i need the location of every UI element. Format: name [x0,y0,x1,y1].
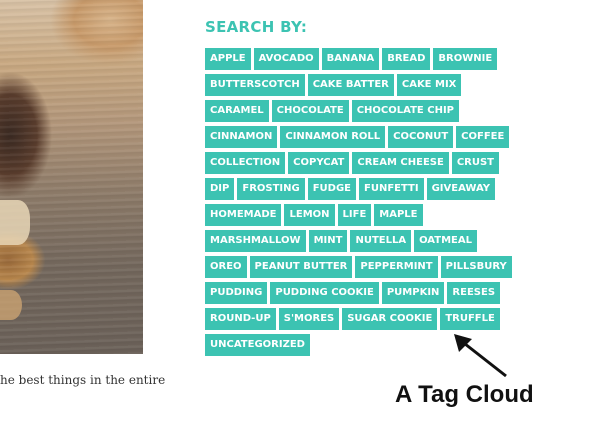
tag-collection[interactable]: COLLECTION [205,152,286,174]
tag-giveaway[interactable]: GIVEAWAY [426,178,495,200]
tag-avocado[interactable]: AVOCADO [253,48,319,70]
tag-chocolate[interactable]: CHOCOLATE [271,100,349,122]
tag-cloud: APPLE AVOCADO BANANA BREAD BROWNIE BUTTE… [205,48,545,360]
tag-row: PUDDING PUDDING COOKIE PUMPKIN REESES [205,282,545,304]
tag-cinnamon-roll[interactable]: CINNAMON ROLL [280,126,386,148]
tag-copycat[interactable]: COPYCAT [288,152,350,174]
tag-row: CINNAMON CINNAMON ROLL COCONUT COFFEE [205,126,545,148]
tag-lemon[interactable]: LEMON [284,204,335,226]
tag-reeses[interactable]: REESES [447,282,501,304]
tag-truffle[interactable]: TRUFFLE [440,308,500,330]
tag-frosting[interactable]: FROSTING [237,178,305,200]
tag-cake-batter[interactable]: CAKE BATTER [307,74,394,96]
tag-funfetti[interactable]: FUNFETTI [359,178,424,200]
post-caption: he best things in the entire [0,373,166,387]
tag-apple[interactable]: APPLE [205,48,251,70]
tag-cake-mix[interactable]: CAKE MIX [396,74,462,96]
tag-pudding-cookie[interactable]: PUDDING COOKIE [270,282,379,304]
tag-cinnamon[interactable]: CINNAMON [205,126,278,148]
search-by-heading: SEARCH BY: [205,18,308,36]
tag-nutella[interactable]: NUTELLA [350,230,412,252]
tag-row: OREO PEANUT BUTTER PEPPERMINT PILLSBURY [205,256,545,278]
tag-row: ROUND-UP S'MORES SUGAR COOKIE TRUFFLE [205,308,545,330]
tag-butterscotch[interactable]: BUTTERSCOTCH [205,74,305,96]
tag-row: CARAMEL CHOCOLATE CHOCOLATE CHIP [205,100,545,122]
tag-cream-cheese[interactable]: CREAM CHEESE [352,152,449,174]
tag-pumpkin[interactable]: PUMPKIN [381,282,445,304]
tag-coconut[interactable]: COCONUT [388,126,454,148]
tag-coffee[interactable]: COFFEE [456,126,510,148]
tag-peppermint[interactable]: PEPPERMINT [355,256,438,278]
cookie-crumb [0,290,22,320]
tag-crust[interactable]: CRUST [451,152,499,174]
tag-brownie[interactable]: BROWNIE [433,48,498,70]
tag-uncategorized[interactable]: UNCATEGORIZED [205,334,310,356]
cookie-crumb [0,200,30,245]
tag-sugar-cookie[interactable]: SUGAR COOKIE [342,308,438,330]
tag-pudding[interactable]: PUDDING [205,282,268,304]
tag-pillsbury[interactable]: PILLSBURY [440,256,512,278]
tag-row: COLLECTION COPYCAT CREAM CHEESE CRUST [205,152,545,174]
tag-row: MARSHMALLOW MINT NUTELLA OATMEAL [205,230,545,252]
tag-round-up[interactable]: ROUND-UP [205,308,276,330]
tag-dip[interactable]: DIP [205,178,235,200]
tag-row: HOMEMADE LEMON LIFE MAPLE [205,204,545,226]
tag-row: DIP FROSTING FUDGE FUNFETTI GIVEAWAY [205,178,545,200]
tag-row: BUTTERSCOTCH CAKE BATTER CAKE MIX [205,74,545,96]
tag-peanut-butter[interactable]: PEANUT BUTTER [249,256,353,278]
food-photo [0,0,143,354]
tag-caramel[interactable]: CARAMEL [205,100,269,122]
tag-fudge[interactable]: FUDGE [307,178,357,200]
tag-oreo[interactable]: OREO [205,256,247,278]
tag-life[interactable]: LIFE [337,204,372,226]
tag-maple[interactable]: MAPLE [374,204,423,226]
tag-row: APPLE AVOCADO BANANA BREAD BROWNIE [205,48,545,70]
tag-cloud-annotation: A Tag Cloud [395,381,534,408]
tag-smores[interactable]: S'MORES [278,308,340,330]
tag-marshmallow[interactable]: MARSHMALLOW [205,230,306,252]
arrow-icon [454,334,507,378]
tag-homemade[interactable]: HOMEMADE [205,204,282,226]
tag-oatmeal[interactable]: OATMEAL [414,230,477,252]
tag-mint[interactable]: MINT [308,230,348,252]
tag-banana[interactable]: BANANA [321,48,380,70]
tag-bread[interactable]: BREAD [382,48,431,70]
tag-chocolate-chip[interactable]: CHOCOLATE CHIP [351,100,459,122]
